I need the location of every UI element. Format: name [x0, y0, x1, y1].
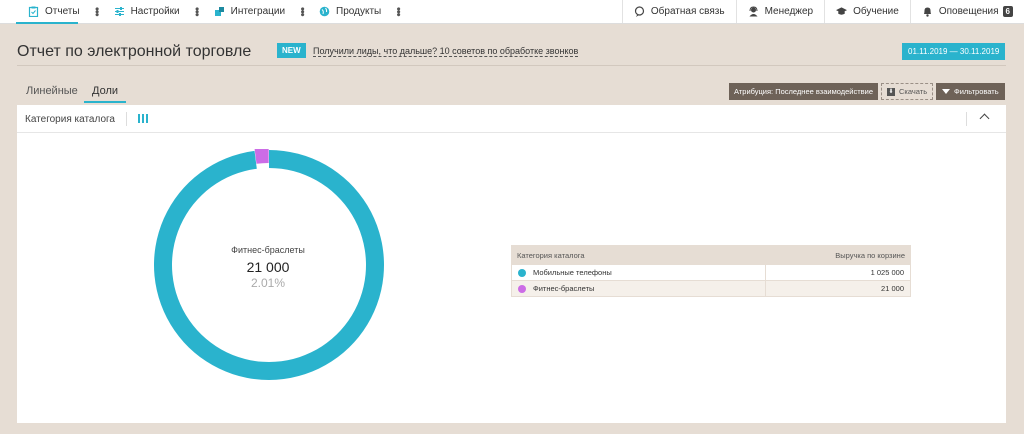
table-row[interactable]: Мобильные телефоны 1 025 000	[511, 265, 911, 281]
donut-center-value: 21 000	[246, 259, 290, 275]
nav-manager[interactable]: Менеджер	[735, 0, 825, 23]
legend-table-header: Категория каталога Выручка по корзине	[511, 245, 911, 265]
new-badge: NEW	[277, 43, 306, 58]
donut-center-name: Фитнес-браслеты	[231, 245, 305, 255]
nav-settings[interactable]: Настройки	[104, 0, 190, 23]
nav-settings-label: Настройки	[130, 6, 180, 17]
chevron-up-icon[interactable]	[979, 111, 989, 121]
nav-products-menu[interactable]: •••	[391, 0, 405, 23]
nav-notifications[interactable]: Оповещения 6	[909, 0, 1024, 23]
date-range-picker[interactable]: 01.11.2019 — 30.11.2019	[902, 43, 1006, 60]
row-value: 1 025 000	[870, 268, 904, 277]
card-header-divider-right	[966, 112, 967, 126]
card-title[interactable]: Категория каталога	[25, 114, 115, 125]
table-row[interactable]: Фитнес-браслеты 21 000	[511, 281, 911, 297]
nav-reports[interactable]: Отчеты	[0, 0, 90, 24]
sliders-icon	[114, 6, 125, 17]
nav-education[interactable]: Обучение	[824, 0, 910, 23]
nav-manager-label: Менеджер	[764, 6, 814, 17]
page-title: Отчет по электронной торговле	[17, 43, 252, 60]
tab-linear[interactable]: Линейные	[26, 85, 78, 97]
nav-settings-menu[interactable]: •••	[190, 0, 204, 23]
nav-right: Обратная связь Менеджер Обучение Оповеще…	[621, 0, 1024, 23]
puzzle-icon	[214, 6, 225, 17]
attribution-button[interactable]: Атрибуция: Последнее взаимодействие	[729, 83, 878, 100]
donut-slice-fitness-bands[interactable]	[254, 149, 269, 164]
chart-card: Категория каталога Фитнес-браслеты 21 00…	[17, 105, 1006, 423]
filter-label: Фильтровать	[954, 87, 999, 96]
nav-products[interactable]: Продукты	[309, 0, 391, 23]
notifications-count-badge: 6	[1002, 6, 1013, 17]
chart-type-icon[interactable]	[138, 114, 148, 123]
donut-center-label: Фитнес-браслеты 21 000 2.01%	[198, 245, 338, 290]
row-name: Фитнес-браслеты	[533, 284, 595, 293]
series-color-dot	[518, 268, 526, 277]
card-header-divider	[126, 112, 127, 126]
tab-shares[interactable]: Доли	[92, 85, 118, 97]
nav-integrations[interactable]: Интеграции	[204, 0, 295, 23]
funnel-icon	[942, 89, 950, 94]
download-button[interactable]: ⬇ Скачать	[881, 83, 934, 100]
nav-feedback-label: Обратная связь	[650, 6, 725, 17]
feedback-icon	[634, 6, 645, 17]
row-value: 21 000	[881, 284, 904, 293]
top-nav: Отчеты ••• Настройки ••• Интеграции ••• …	[0, 0, 1024, 24]
nav-reports-label: Отчеты	[45, 6, 80, 17]
bell-icon	[922, 6, 933, 17]
header-divider	[17, 65, 1006, 66]
active-tab-indicator	[84, 101, 126, 103]
download-icon: ⬇	[887, 87, 895, 96]
card-header: Категория каталога	[17, 105, 1006, 133]
nav-integrations-label: Интеграции	[230, 6, 286, 17]
filter-button[interactable]: Фильтровать	[936, 83, 1005, 100]
nav-notifications-label: Оповещения	[938, 6, 999, 17]
nav-reports-menu[interactable]: •••	[90, 0, 104, 23]
legend-col-category[interactable]: Категория каталога	[517, 251, 585, 260]
graduation-cap-icon	[836, 6, 848, 17]
headset-icon	[748, 6, 759, 17]
clipboard-icon	[28, 6, 39, 17]
row-name: Мобильные телефоны	[533, 268, 612, 277]
nav-feedback[interactable]: Обратная связь	[621, 0, 736, 23]
download-label: Скачать	[899, 87, 928, 96]
donut-center-percent: 2.01%	[250, 276, 286, 290]
globe-icon	[319, 6, 330, 17]
legend-col-revenue[interactable]: Выручка по корзине	[835, 251, 905, 260]
series-color-dot	[518, 284, 526, 293]
tips-link[interactable]: Получили лиды, что дальше? 10 советов по…	[313, 46, 579, 57]
legend-table: Категория каталога Выручка по корзине Мо…	[511, 245, 911, 297]
nav-education-label: Обучение	[853, 6, 899, 17]
nav-products-label: Продукты	[336, 6, 382, 17]
nav-integrations-menu[interactable]: •••	[295, 0, 309, 23]
